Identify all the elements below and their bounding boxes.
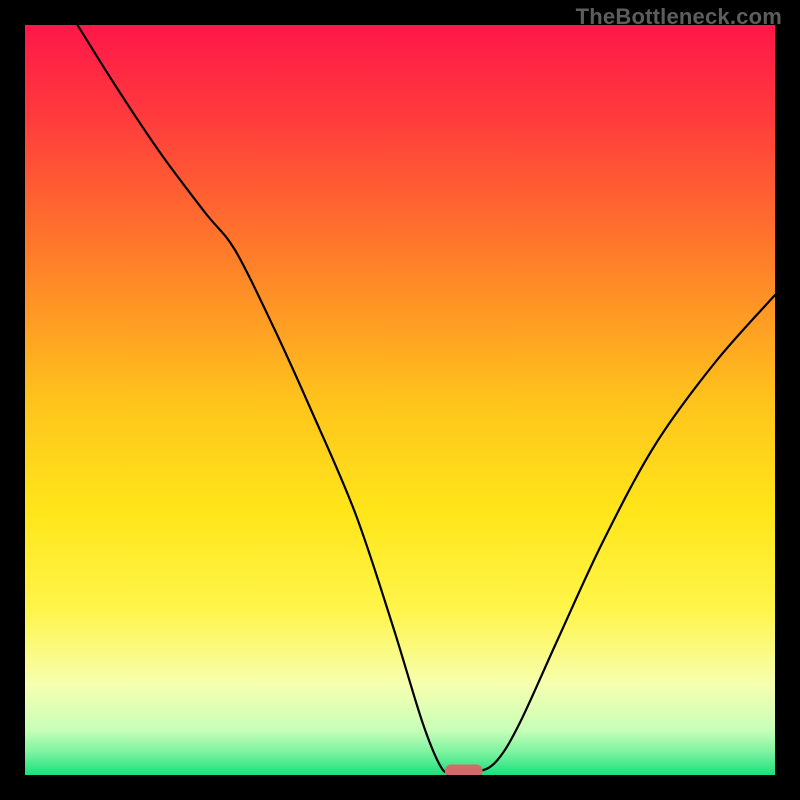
watermark-text: TheBottleneck.com (576, 4, 782, 30)
optimum-marker (445, 765, 483, 776)
gradient-background (25, 25, 775, 775)
plot-area (25, 25, 775, 775)
bottleneck-chart (25, 25, 775, 775)
chart-frame: TheBottleneck.com (0, 0, 800, 800)
